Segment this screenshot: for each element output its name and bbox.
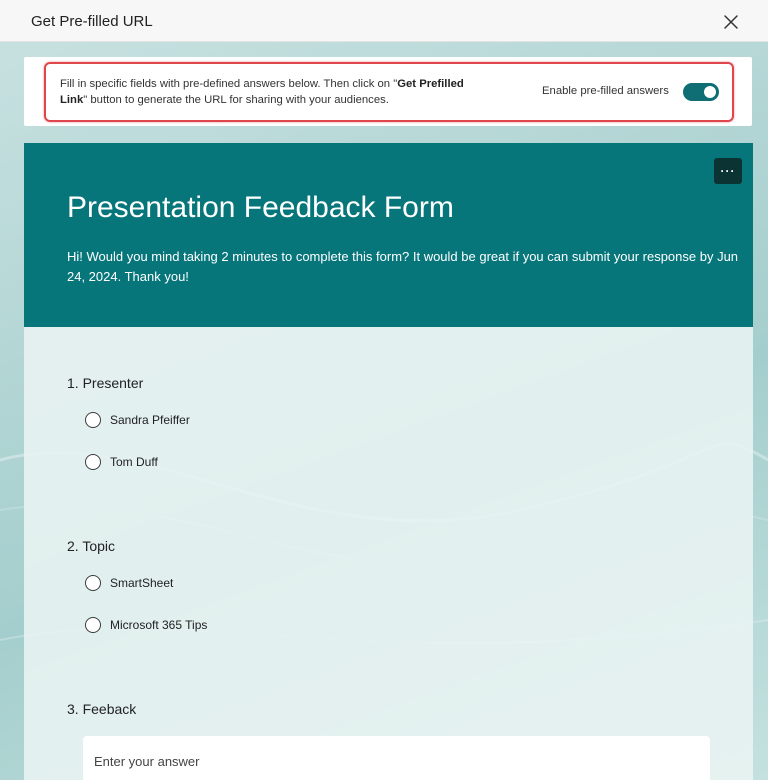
form-body: 1. Presenter Sandra Pfeiffer Tom Duff 2.… [24,327,753,780]
radio-button[interactable] [85,575,101,591]
more-options-button[interactable]: ··· [714,158,742,184]
radio-button[interactable] [85,412,101,428]
toggle-knob [704,86,716,98]
more-icon: ··· [720,164,736,178]
option-label: Sandra Pfeiffer [110,413,190,427]
close-button[interactable] [718,9,744,35]
question-topic: 2. Topic [67,538,115,554]
prefill-info-card: Fill in specific fields with pre-defined… [24,57,752,126]
info-text-before: Fill in specific fields with pre-defined… [60,78,398,90]
radio-button[interactable] [85,454,101,470]
option-label: Microsoft 365 Tips [110,618,208,632]
info-text-after: " button to generate the URL for sharing… [83,94,389,106]
option-tom-duff[interactable]: Tom Duff [85,452,158,472]
option-label: Tom Duff [110,455,158,469]
option-sandra-pfeiffer[interactable]: Sandra Pfeiffer [85,410,190,430]
info-text: Fill in specific fields with pre-defined… [60,76,490,108]
question-feedback: 3. Feeback [67,701,137,717]
option-microsoft-365-tips[interactable]: Microsoft 365 Tips [85,615,207,635]
feedback-answer-input[interactable] [83,736,710,780]
enable-prefill-toggle[interactable] [683,83,719,101]
form-header: ··· Presentation Feedback Form Hi! Would… [24,143,753,327]
dialog-header: Get Pre-filled URL [0,0,768,42]
option-label: SmartSheet [110,576,174,590]
form-description: Hi! Would you mind taking 2 minutes to c… [67,249,739,284]
dialog-title: Get Pre-filled URL [31,13,153,30]
info-highlight-box: Fill in specific fields with pre-defined… [44,62,734,122]
option-smartsheet[interactable]: SmartSheet [85,573,173,593]
close-icon [724,15,738,29]
form-title: Presentation Feedback Form [67,191,454,224]
radio-button[interactable] [85,617,101,633]
question-presenter: 1. Presenter [67,375,144,391]
toggle-label: Enable pre-filled answers [542,85,669,97]
